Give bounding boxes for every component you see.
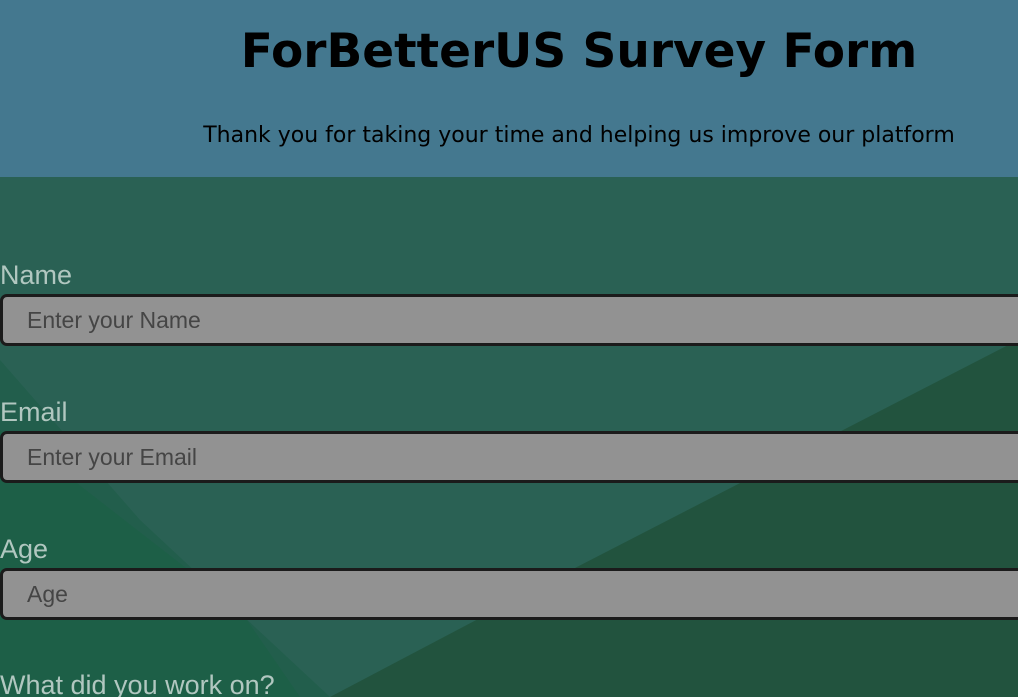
name-input[interactable]: [0, 294, 1018, 346]
header-banner: ForBetterUS Survey Form Thank you for ta…: [0, 0, 1018, 177]
name-label: Name: [0, 260, 73, 290]
work-question-label: What did you work on?: [0, 670, 275, 697]
email-input[interactable]: [0, 431, 1018, 483]
age-input[interactable]: [0, 568, 1018, 620]
email-label: Email: [0, 397, 68, 427]
age-label: Age: [0, 534, 49, 564]
page-title: ForBetterUS Survey Form: [240, 24, 918, 79]
survey-form: Name Email Age What did you work on?: [0, 177, 1018, 697]
page-subtitle: Thank you for taking your time and helpi…: [203, 123, 955, 148]
